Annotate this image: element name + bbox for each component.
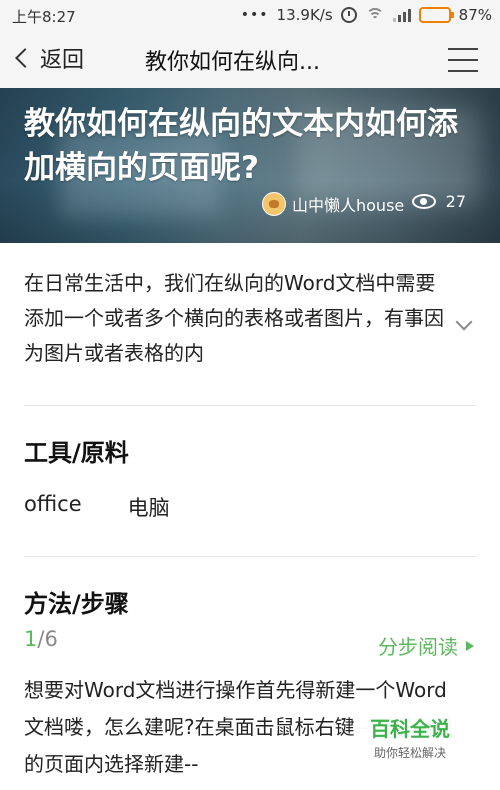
battery-percent: 87%: [458, 6, 492, 24]
step-read-label: 分步阅读: [378, 635, 458, 659]
step-counter: 1/6: [24, 627, 58, 651]
back-button[interactable]: 返回: [12, 42, 84, 74]
nav-title: 教你如何在纵向...: [145, 50, 320, 75]
view-count: 27: [411, 192, 466, 211]
baike-logo-text: 百科全说: [370, 717, 450, 741]
chevron-down-icon[interactable]: [455, 313, 473, 331]
network-speed: 13.9K/s: [276, 6, 333, 24]
more-dots-icon: •••: [240, 7, 269, 23]
tool-item: office: [24, 492, 82, 516]
article-title: 教你如何在纵向的文本内如何添加横向的页面呢?: [24, 106, 458, 186]
step-read-button[interactable]: 分步阅读: [378, 631, 474, 660]
tools-list: office 电脑: [24, 492, 170, 522]
hero-banner: 教你如何在纵向的文本内如何添加横向的页面呢? 山中懒人house 27: [0, 88, 500, 243]
nav-bar: 返回 教你如何在纵向...: [0, 32, 500, 88]
chevron-left-icon: [15, 48, 35, 68]
battery-icon: [418, 7, 454, 23]
back-label: 返回: [40, 48, 85, 73]
menu-icon[interactable]: [448, 48, 478, 72]
divider: [24, 405, 476, 406]
divider: [24, 556, 476, 557]
alarm-icon: [340, 7, 357, 23]
baike-badge[interactable]: 百科全说 助你轻松解决: [354, 709, 466, 765]
play-triangle-icon: [466, 640, 474, 651]
view-count-value: 27: [445, 192, 466, 211]
status-indicators: ••• 13.9K/s 87%: [241, 6, 492, 24]
wifi-icon: [365, 7, 385, 23]
eye-icon: [411, 194, 436, 209]
author-link[interactable]: 山中懒人house: [262, 192, 404, 216]
avatar: [262, 192, 286, 216]
step-total: /6: [37, 627, 58, 651]
intro-text: 在日常生活中，我们在纵向的Word文档中需要添加一个或者多个横向的表格或者图片，…: [24, 271, 444, 365]
method-section-title: 方法/步骤: [24, 590, 129, 618]
tool-item: 电脑: [127, 496, 170, 520]
status-time: 上午8:27: [12, 8, 76, 26]
step-current: 1: [24, 627, 38, 651]
status-bar: 上午8:27 ••• 13.9K/s 87%: [0, 0, 500, 32]
signal-icon: [392, 8, 411, 22]
baike-slogan: 助你轻松解决: [373, 746, 446, 760]
author-name: 山中懒人house: [292, 196, 405, 215]
tools-section-title: 工具/原料: [24, 439, 129, 467]
